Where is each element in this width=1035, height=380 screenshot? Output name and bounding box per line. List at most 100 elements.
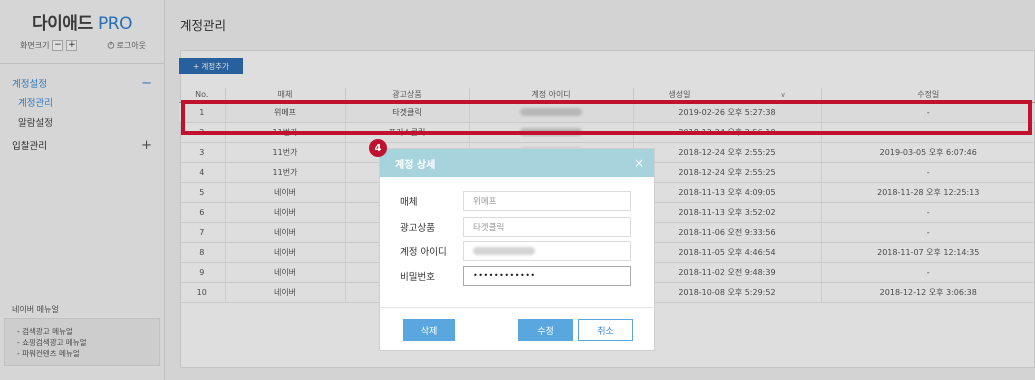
zoom-control: 화면크기 − + — [20, 40, 78, 51]
logout-link[interactable]: 로그아웃 — [107, 40, 146, 51]
cell-modified: 2019-03-05 오후 6:07:46 — [820, 142, 1035, 163]
column-header-no[interactable]: No. — [179, 88, 225, 103]
cell-created: 2018-11-13 오후 3:52:02 — [632, 202, 821, 223]
table-header-row: No. 매체 광고상품 계정 아이디 생성일 ∨ 수정일 — [179, 88, 1035, 103]
cell-created: 2018-11-02 오전 9:48:39 — [632, 262, 821, 283]
cell-no: 5 — [179, 182, 225, 203]
manual-title: 네이버 메뉴얼 — [12, 305, 59, 314]
manual-link-search[interactable]: - 검색광고 메뉴얼 — [17, 326, 159, 337]
cell-no: 1 — [179, 102, 225, 123]
close-icon[interactable]: × — [634, 157, 644, 169]
sort-chevron-down-icon[interactable]: ∨ — [780, 91, 785, 99]
sidebar-item-label: 계정설정 — [12, 79, 47, 90]
sidebar-subitem-alarm-settings[interactable]: 알람설정 — [0, 114, 164, 134]
account-id-label: 계정 아이디 — [400, 246, 447, 258]
cell-media: 11번가 — [224, 162, 345, 183]
cell-modified: - — [820, 222, 1035, 243]
account-detail-modal: 계정 상세 × 매체 위메프 광고상품 타겟클릭 계정 아이디 비밀번호 •••… — [379, 148, 655, 351]
product-field[interactable]: 타겟클릭 — [463, 216, 631, 237]
cell-modified: - — [820, 202, 1035, 223]
cell-created: 2018-11-05 오후 4:46:54 — [632, 242, 821, 263]
cell-modified: 2018-11-07 오후 12:14:35 — [820, 242, 1035, 263]
step-badge: 4 — [369, 139, 387, 157]
media-field[interactable]: 위메프 — [463, 190, 631, 211]
modal-header: 계정 상세 × — [380, 149, 654, 177]
sidebar-item-account-settings[interactable]: 계정설정 − — [0, 72, 164, 94]
plus-icon: + — [193, 61, 200, 71]
add-account-button[interactable]: + 계정추가 — [179, 58, 243, 74]
cancel-button[interactable]: 취소 — [578, 319, 633, 341]
cell-no: 10 — [179, 282, 225, 303]
form-row-password: 비밀번호 •••••••••••• — [380, 265, 656, 286]
sidebar-item-bid-management[interactable]: 입찰관리 + — [0, 134, 164, 156]
column-header-media[interactable]: 매체 — [224, 88, 345, 103]
zoom-label: 화면크기 — [20, 41, 50, 50]
cell-modified: - — [820, 162, 1035, 183]
cell-media: 네이버 — [224, 262, 345, 283]
page-title: 계정관리 — [180, 18, 227, 33]
manual-links: - 검색광고 메뉴얼 - 쇼핑검색광고 메뉴얼 - 파워컨텐츠 메뉴얼 — [4, 318, 160, 366]
cell-no: 3 — [179, 142, 225, 163]
cell-media: 네이버 — [224, 242, 345, 263]
logout-label: 로그아웃 — [116, 41, 146, 50]
cell-product: 타겟클릭 — [344, 102, 469, 123]
cell-created: 2018-11-06 오전 9:33:56 — [632, 222, 821, 243]
cell-media: 네이버 — [224, 222, 345, 243]
cell-no: 2 — [179, 122, 225, 143]
cell-media: 네이버 — [224, 282, 345, 303]
cell-created: 2018-10-08 오후 5:29:52 — [632, 282, 821, 303]
media-label: 매체 — [400, 196, 418, 208]
sidebar-item-label: 입찰관리 — [12, 141, 47, 152]
column-header-product[interactable]: 광고상품 — [344, 88, 469, 103]
blurred-account-id — [520, 128, 582, 136]
cell-created: 2018-12-24 오후 2:56:10 — [632, 122, 821, 143]
sidebar-menu: 계정설정 − 계정관리 알람설정 입찰관리 + — [0, 64, 164, 156]
top-controls: 화면크기 − + 로그아웃 — [0, 34, 164, 51]
cell-modified: 2018-11-28 오후 12:25:13 — [820, 182, 1035, 203]
cell-no: 4 — [179, 162, 225, 183]
power-icon — [107, 41, 115, 51]
edit-button[interactable]: 수정 — [518, 319, 573, 341]
cell-account-id — [468, 122, 633, 143]
zoom-in-button[interactable]: + — [66, 40, 78, 51]
table-row[interactable]: 2 11번가 포커스클릭 2018-12-24 오후 2:56:10- — [179, 122, 1035, 143]
app-logo[interactable]: 다이애드 PRO — [0, 0, 164, 34]
modal-divider — [380, 307, 654, 308]
cell-no: 9 — [179, 262, 225, 283]
delete-button[interactable]: 삭제 — [403, 319, 455, 341]
form-row-media: 매체 위메프 — [380, 190, 656, 211]
cell-modified: - — [820, 122, 1035, 143]
cell-created: 2018-12-24 오후 2:55:25 — [632, 162, 821, 183]
blurred-account-id — [520, 108, 582, 116]
cell-account-id — [468, 102, 633, 123]
cell-no: 6 — [179, 202, 225, 223]
blurred-account-id — [473, 246, 535, 255]
cell-modified: 2018-12-12 오후 3:06:38 — [820, 282, 1035, 303]
cell-modified: - — [820, 262, 1035, 283]
password-field[interactable]: •••••••••••• — [463, 265, 631, 286]
product-label: 광고상품 — [400, 222, 435, 234]
cell-no: 7 — [179, 222, 225, 243]
sidebar-subitem-account-management[interactable]: 계정관리 — [0, 94, 164, 114]
cell-created: 2019-02-26 오후 5:27:38 — [632, 102, 821, 123]
add-account-label: 계정추가 — [201, 61, 229, 71]
manual-link-power-contents[interactable]: - 파워컨텐츠 메뉴얼 — [17, 348, 159, 359]
cell-product: 포커스클릭 — [344, 122, 469, 143]
cell-media: 11번가 — [224, 142, 345, 163]
modal-title: 계정 상세 — [395, 159, 436, 171]
account-id-field[interactable] — [463, 240, 631, 261]
sidebar: 다이애드 PRO 화면크기 − + 로그아웃 계정설정 − 계정관리 알람설정 … — [0, 0, 165, 380]
column-header-account-id[interactable]: 계정 아이디 — [468, 88, 633, 103]
zoom-out-button[interactable]: − — [52, 40, 64, 51]
column-header-created[interactable]: 생성일 ∨ — [632, 88, 821, 103]
column-header-modified[interactable]: 수정일 — [820, 88, 1035, 103]
cell-created: 2018-12-24 오후 2:55:25 — [632, 142, 821, 163]
cell-media: 11번가 — [224, 122, 345, 143]
expand-icon[interactable]: + — [141, 138, 152, 153]
form-row-account-id: 계정 아이디 — [380, 240, 656, 261]
collapse-icon[interactable]: − — [141, 76, 152, 91]
manual-link-shopping[interactable]: - 쇼핑검색광고 메뉴얼 — [17, 337, 159, 348]
form-row-product: 광고상품 타겟클릭 — [380, 216, 656, 237]
table-row[interactable]: 1 위메프 타겟클릭 2019-02-26 오후 5:27:38- — [179, 102, 1035, 123]
cell-media: 네이버 — [224, 182, 345, 203]
